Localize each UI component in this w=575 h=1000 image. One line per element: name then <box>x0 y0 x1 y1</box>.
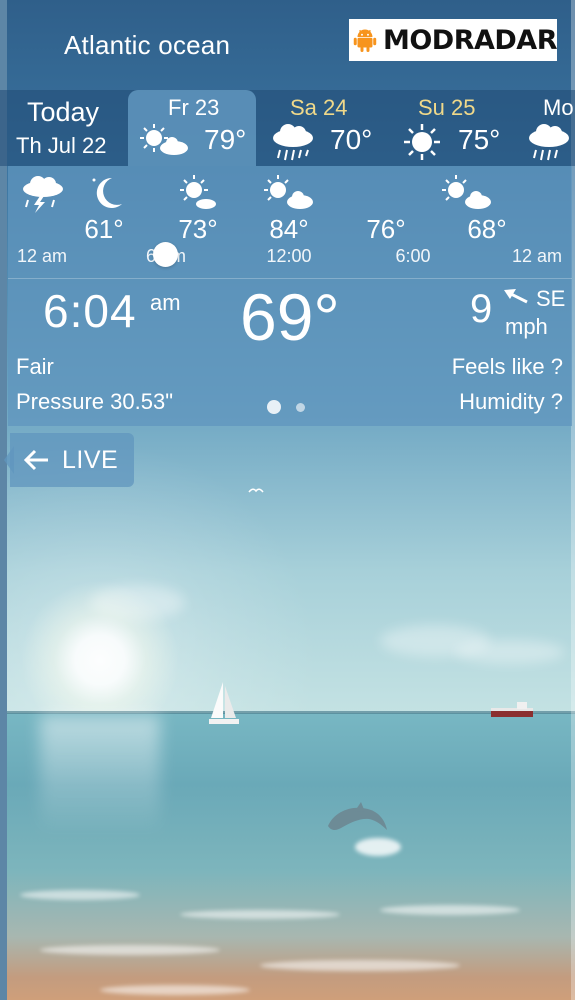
ship <box>491 702 533 717</box>
page-indicator-active[interactable] <box>267 400 281 414</box>
pressure-text: Pressure 30.53" <box>16 389 174 414</box>
partly-sunny-icon <box>140 124 188 155</box>
humidity-text: Humidity ? <box>459 389 563 414</box>
brand-text: MODRADAR <box>382 24 558 56</box>
live-button[interactable]: LIVE <box>10 433 134 487</box>
live-button-label: LIVE <box>62 446 119 474</box>
time-slider-handle[interactable] <box>153 242 178 267</box>
current-time-ampm: am <box>150 290 181 315</box>
tab-sa24[interactable]: Sa 24 70° <box>268 90 388 166</box>
day-name: Fr 23 <box>168 95 220 120</box>
day-name: Su 25 <box>418 95 476 120</box>
tab-su25[interactable]: Su 25 75° <box>398 90 516 166</box>
condition-text: Fair <box>16 354 54 379</box>
tab-fr23[interactable]: Fr 23 79° <box>128 90 256 166</box>
wave-foam <box>180 910 340 919</box>
day-temp: 75° <box>458 124 501 155</box>
partly-sunny-icon <box>180 175 216 209</box>
tab-today[interactable]: Today Th Jul 22 <box>8 90 126 166</box>
rain-icon <box>529 124 569 161</box>
partly-sunny-icon <box>442 175 491 209</box>
wave-foam <box>380 905 520 915</box>
sailboat <box>209 682 239 724</box>
wind-direction-arrow-icon <box>504 289 528 304</box>
hour-time: 12 am <box>511 246 563 266</box>
hour-temp: 84° <box>269 214 309 244</box>
wave-foam <box>40 945 220 955</box>
wave-foam <box>20 890 140 900</box>
day-temp: 79° <box>204 124 247 155</box>
feels-like-text: Feels like ? <box>451 354 563 379</box>
hour-temp: 73° <box>178 214 218 244</box>
wind-direction: SE <box>536 286 566 311</box>
hour-temp: 76° <box>366 214 406 244</box>
hour-time: 12:00 <box>266 246 312 266</box>
moon-icon <box>92 177 122 208</box>
sun-reflection <box>40 715 160 835</box>
current-time: 6:04 <box>43 285 137 337</box>
day-name: Sa 24 <box>290 95 348 120</box>
hour-time: 12 am <box>16 246 68 266</box>
day-temp: 70° <box>330 124 373 155</box>
splash <box>355 838 401 856</box>
tab-mo[interactable]: Mo <box>524 90 575 166</box>
day-name: Mo <box>543 95 574 120</box>
dolphin <box>328 802 387 830</box>
hour-time: 6:00 <box>395 246 431 266</box>
android-robot-icon <box>353 29 377 52</box>
seagull <box>248 488 264 493</box>
wave-foam <box>100 985 250 995</box>
rain-icon <box>273 124 313 161</box>
arrow-left-icon <box>23 449 48 471</box>
location-title[interactable]: Atlantic ocean <box>64 30 230 61</box>
current-temperature[interactable]: 69° <box>240 279 340 355</box>
watermark-logo: MODRADAR <box>349 19 558 61</box>
sun-icon <box>404 124 440 160</box>
wind-speed: 9 <box>470 287 493 331</box>
hour-temp: 61° <box>84 214 124 244</box>
wave-foam <box>260 960 460 971</box>
partly-sunny-icon <box>264 175 313 209</box>
hour-temp: 68° <box>467 214 507 244</box>
tab-today-label: Today <box>27 97 100 127</box>
wind-unit: mph <box>505 314 548 339</box>
tab-today-date: Th Jul 22 <box>16 133 107 158</box>
cloud <box>455 640 565 664</box>
thunderstorm-icon <box>23 176 63 213</box>
page-indicator[interactable] <box>296 403 305 412</box>
